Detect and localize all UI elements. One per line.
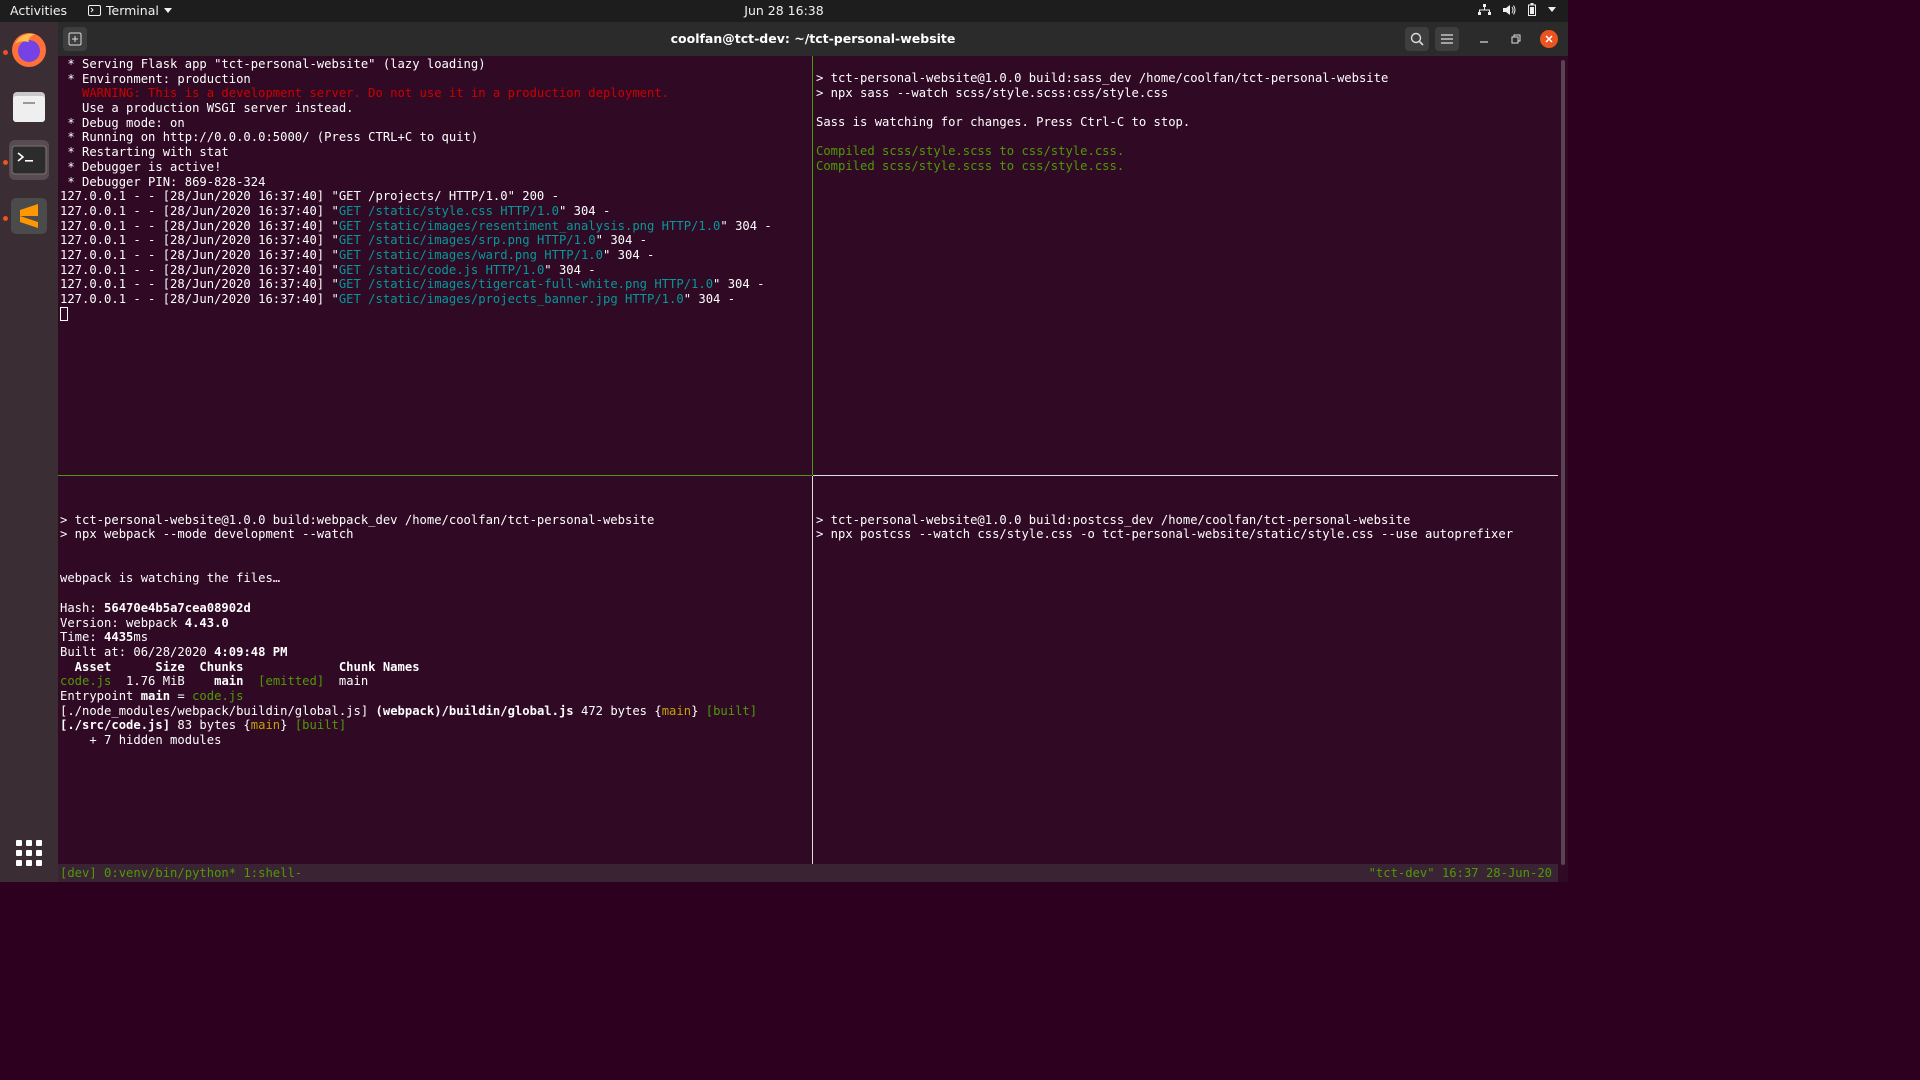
terminal-line: * Serving Flask app "tct-personal-websit… [60,57,486,71]
terminal-line: > tct-personal-website@1.0.0 build:sass_… [816,71,1389,85]
volume-icon [1503,4,1516,15]
terminal-line: webpack is watching the files… [60,571,281,586]
terminal-icon[interactable] [9,140,49,180]
terminal-line: > npx sass --watch scss/style.scss:css/s… [816,85,1169,100]
request-log-line: 127.0.0.1 - - [28/Jun/2020 16:37:40] "GE… [60,233,648,248]
entrypoint-line: Entrypoint main = code.js [60,688,244,703]
running-indicator [3,216,8,221]
request-log-line: 127.0.0.1 - - [28/Jun/2020 16:37:40] "GE… [60,218,772,233]
top-bar: Activities Terminal Jun 28 16:38 [0,0,1568,22]
terminal-line: * Restarting with stat [60,145,229,160]
pane-sass-watch[interactable]: > tct-personal-website@1.0.0 build:sass_… [816,71,1556,471]
terminal-line: > npx webpack --mode development --watch [60,527,354,542]
compiled-line: Compiled scss/style.scss to css/style.cs… [816,159,1125,174]
request-log-line: 127.0.0.1 - - [28/Jun/2020 16:37:40] "GE… [60,262,596,277]
terminal-line: * Debug mode: on [60,115,185,130]
pane-divider[interactable] [813,475,1558,476]
request-log-line: 127.0.0.1 - - [28/Jun/2020 16:37:40] "GE… [60,277,765,292]
files-icon[interactable] [9,86,49,126]
close-button[interactable] [1540,30,1558,48]
terminal-line: * Debugger is active! [60,159,222,174]
request-log-line: 127.0.0.1 - - [28/Jun/2020 16:37:40] "GE… [60,292,736,306]
running-indicator [3,50,8,55]
terminal-line: * Environment: production [60,71,251,86]
battery-icon [1528,3,1536,16]
terminal-line: > tct-personal-website@1.0.0 build:postc… [816,512,1411,527]
pane-postcss-watch[interactable]: > tct-personal-website@1.0.0 build:postc… [816,498,1556,864]
restore-button[interactable] [1504,27,1528,51]
hash-line: Hash: 56470e4b5a7cea08902d [60,600,251,615]
system-tray[interactable] [1478,3,1556,16]
asset-row: code.js 1.76 MiB main [emitted] main [60,674,369,689]
minimize-icon [1480,41,1488,43]
tmux-session-info: "tct-dev" 16:37 28-Jun-20 [1368,866,1552,880]
time-line: Time: 4435ms [60,630,149,645]
chevron-down-icon [1548,6,1556,12]
pane-flask-server[interactable]: * Serving Flask app "tct-personal-websit… [60,57,810,473]
search-icon [1410,32,1424,46]
scrollbar-thumb[interactable] [1561,60,1565,865]
terminal-line: * Debugger PIN: 869-828-324 [60,174,266,189]
terminal-area[interactable]: * Serving Flask app "tct-personal-websit… [58,56,1558,882]
window-titlebar[interactable]: coolfan@tct-dev: ~/tct-personal-website [58,22,1568,56]
request-log-line: 127.0.0.1 - - [28/Jun/2020 16:37:40] "GE… [60,247,655,262]
firefox-icon[interactable] [9,30,49,70]
close-icon [1545,35,1553,43]
terminal-line: > tct-personal-website@1.0.0 build:webpa… [60,512,655,527]
search-button[interactable] [1405,27,1429,51]
built-at-line: Built at: 06/28/2020 4:09:48 PM [60,644,288,659]
terminal-line: Sass is watching for changes. Press Ctrl… [816,115,1191,130]
compiled-line: Compiled scss/style.scss to css/style.cs… [816,144,1125,159]
module-line: [./src/code.js] 83 bytes {main} [built] [60,718,347,733]
warning-line: WARNING: This is a development server. D… [60,86,670,101]
tmux-window-list[interactable]: [dev] 0:venv/bin/python* 1:shell- [60,866,302,881]
module-line: [./node_modules/webpack/buildin/global.j… [60,703,758,718]
terminal-line: Use a production WSGI server instead. [60,101,354,116]
version-line: Version: webpack 4.43.0 [60,615,229,630]
terminal-scrollbar[interactable] [1558,56,1568,882]
dock [0,22,58,882]
cursor-line [60,307,810,322]
tmux-status-bar: [dev] 0:venv/bin/python* 1:shell- "tct-d… [58,864,1558,882]
terminal-line: * Running on http://0.0.0.0:5000/ (Press… [60,130,479,145]
pane-divider[interactable] [58,475,812,476]
request-log-line: 127.0.0.1 - - [28/Jun/2020 16:37:40] "GE… [60,203,611,218]
window-title: coolfan@tct-dev: ~/tct-personal-website [670,31,956,46]
menu-button[interactable] [1435,27,1459,51]
asset-table-header: Asset Size Chunks Chunk Names [60,659,420,674]
pane-webpack-watch[interactable]: > tct-personal-website@1.0.0 build:webpa… [60,498,810,864]
request-log-line: 127.0.0.1 - - [28/Jun/2020 16:37:40] "GE… [60,189,559,204]
clock[interactable]: Jun 28 16:38 [0,3,1568,18]
hidden-modules-line: + 7 hidden modules [60,733,222,747]
running-indicator [3,160,8,165]
app-grid-icon[interactable] [16,840,42,866]
terminal-cursor [60,307,68,322]
network-icon [1478,3,1491,15]
pane-divider[interactable] [812,476,813,864]
sublime-text-icon[interactable] [9,196,49,236]
restore-icon [1511,34,1521,44]
minimize-button[interactable] [1472,27,1496,51]
hamburger-menu-icon [1441,34,1453,44]
terminal-line: > npx postcss --watch css/style.css -o t… [816,527,1514,542]
pane-divider[interactable] [812,56,813,475]
